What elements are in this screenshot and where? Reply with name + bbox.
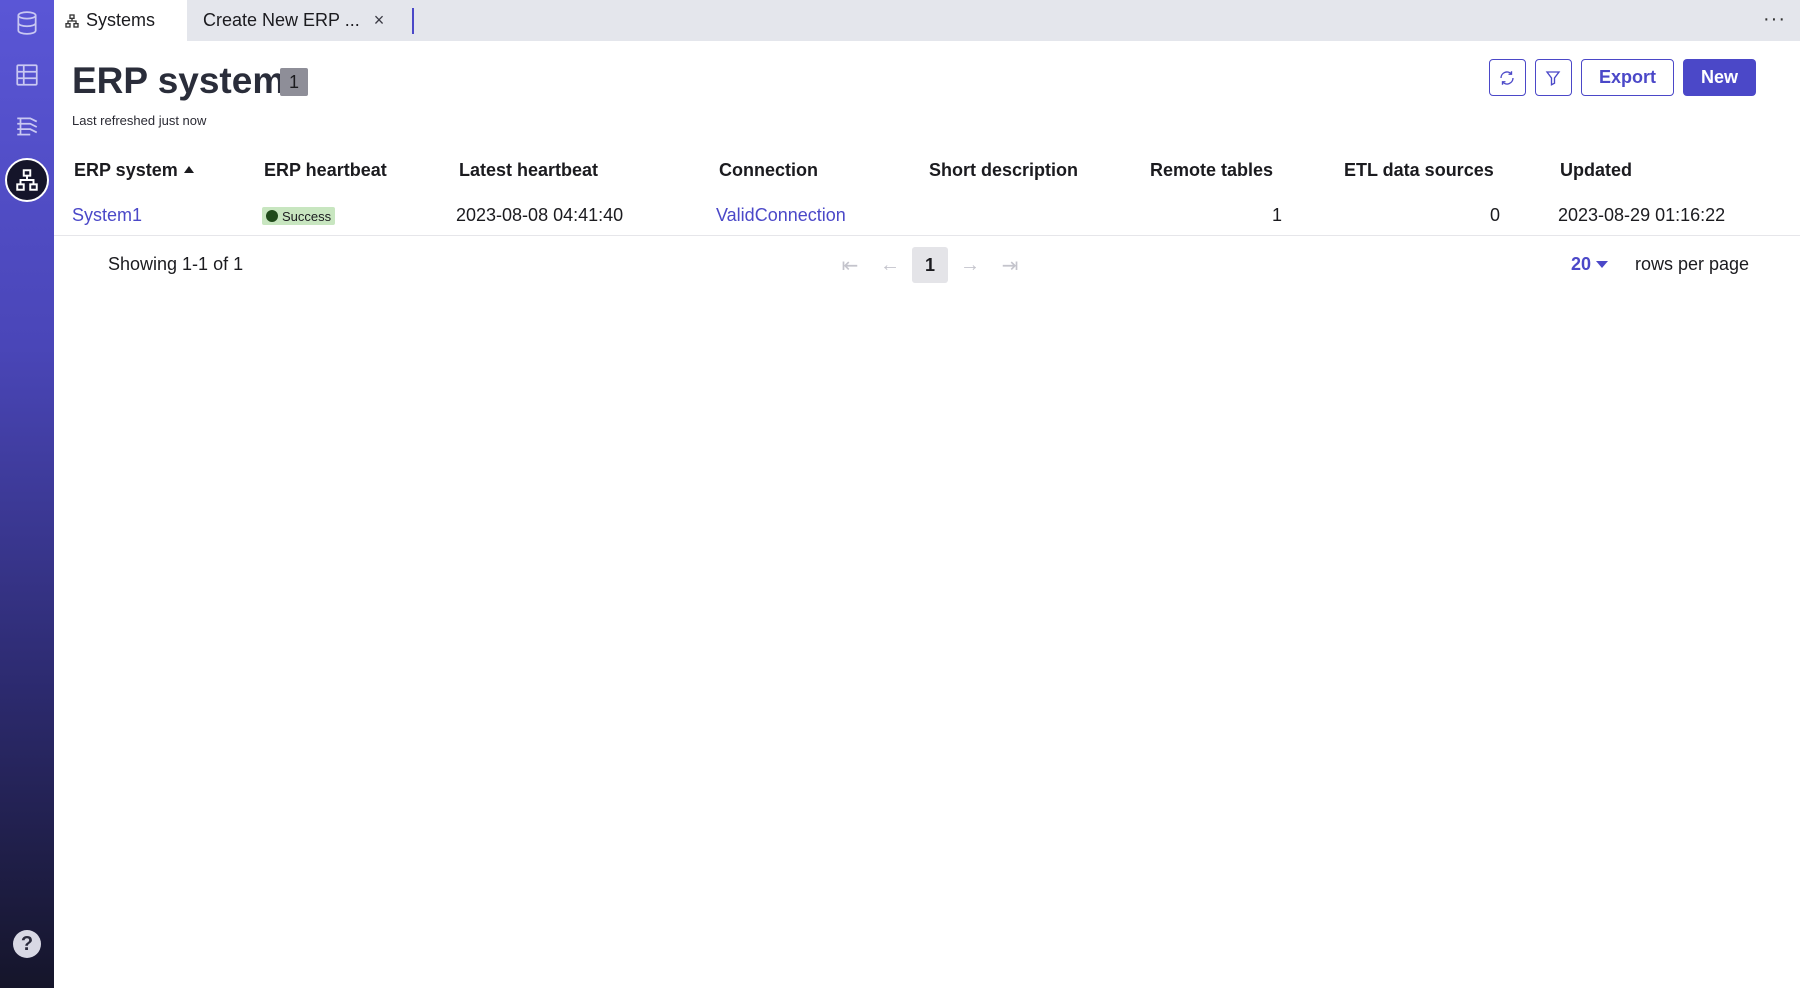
column-header-etl-data-sources[interactable]: ETL data sources (1344, 160, 1494, 181)
last-refreshed-text: Last refreshed just now (72, 113, 207, 128)
filter-icon (1546, 70, 1561, 86)
first-page-icon[interactable]: ⇤ (830, 247, 870, 283)
column-header-label: ERP system (74, 160, 178, 180)
etl-data-sources-cell: 0 (1489, 205, 1500, 225)
systems-icon (16, 169, 38, 191)
column-header-erp-system[interactable]: ERP system (74, 160, 194, 181)
table-icon (16, 64, 38, 86)
sort-ascending-icon (183, 166, 194, 173)
export-button[interactable]: Export (1580, 59, 1674, 96)
close-icon[interactable]: × (374, 10, 385, 31)
last-page-icon[interactable]: ⇥ (990, 247, 1030, 283)
erp-system-link[interactable]: System1 (72, 205, 142, 226)
rows-per-page-value: 20 (1571, 254, 1592, 274)
database-icon (17, 11, 37, 35)
column-header-updated[interactable]: Updated (1560, 160, 1632, 181)
chevron-down-icon (1596, 261, 1609, 268)
header-actions: Export New (1488, 59, 1756, 96)
status-badge-label: Success (282, 208, 332, 224)
count-badge: 1 (280, 68, 308, 96)
rows-per-page-select[interactable]: 20 (1571, 254, 1609, 275)
layers-icon (17, 117, 38, 136)
filter-button[interactable] (1534, 59, 1572, 96)
tab-systems[interactable]: Systems (54, 0, 187, 41)
tab-bar: Systems Create New ERP ... × ··· (54, 0, 1800, 41)
page-button-1[interactable]: 1 (912, 247, 948, 283)
tab-systems-label: Systems (86, 10, 156, 30)
connection-link[interactable]: ValidConnection (716, 205, 846, 226)
next-page-icon[interactable]: → (950, 247, 990, 283)
refresh-icon (1500, 70, 1515, 85)
new-button[interactable]: New (1682, 59, 1756, 96)
status-badge: Success (262, 207, 336, 225)
tab-create-erp-label: Create New ERP ... (203, 10, 360, 30)
column-header-connection[interactable]: Connection (719, 160, 818, 181)
updated-cell: 2023-08-29 01:16:22 (1558, 205, 1726, 225)
column-header-erp-heartbeat[interactable]: ERP heartbeat (264, 160, 387, 181)
sidebar-item-systems[interactable] (5, 158, 49, 202)
tab-divider (412, 7, 415, 34)
showing-count: Showing 1-1 of 1 (108, 254, 244, 274)
row-divider (54, 235, 1800, 236)
sidebar-item-tables[interactable] (5, 53, 49, 97)
tab-create-erp[interactable]: Create New ERP ... × (187, 0, 400, 41)
pagination: ⇤ ← 1 → ⇥ (830, 247, 1030, 283)
remote-tables-cell: 1 (1271, 205, 1282, 225)
more-options-icon[interactable]: ··· (1763, 8, 1786, 31)
sidebar-item-layers[interactable] (5, 105, 49, 149)
column-header-latest-heartbeat[interactable]: Latest heartbeat (459, 160, 598, 181)
systems-tab-icon (65, 13, 79, 28)
previous-page-icon[interactable]: ← (870, 247, 910, 283)
status-dot-icon (266, 210, 278, 222)
latest-heartbeat-cell: 2023-08-08 04:41:40 (456, 205, 624, 225)
column-header-remote-tables[interactable]: Remote tables (1150, 160, 1273, 181)
sidebar: ? (0, 0, 54, 988)
rows-per-page-label: rows per page (1635, 254, 1750, 274)
sidebar-item-database[interactable] (5, 1, 49, 45)
help-icon[interactable]: ? (13, 930, 41, 958)
column-header-short-description[interactable]: Short description (929, 160, 1078, 181)
refresh-button[interactable] (1488, 59, 1526, 96)
page-title: ERP systems (72, 60, 306, 101)
